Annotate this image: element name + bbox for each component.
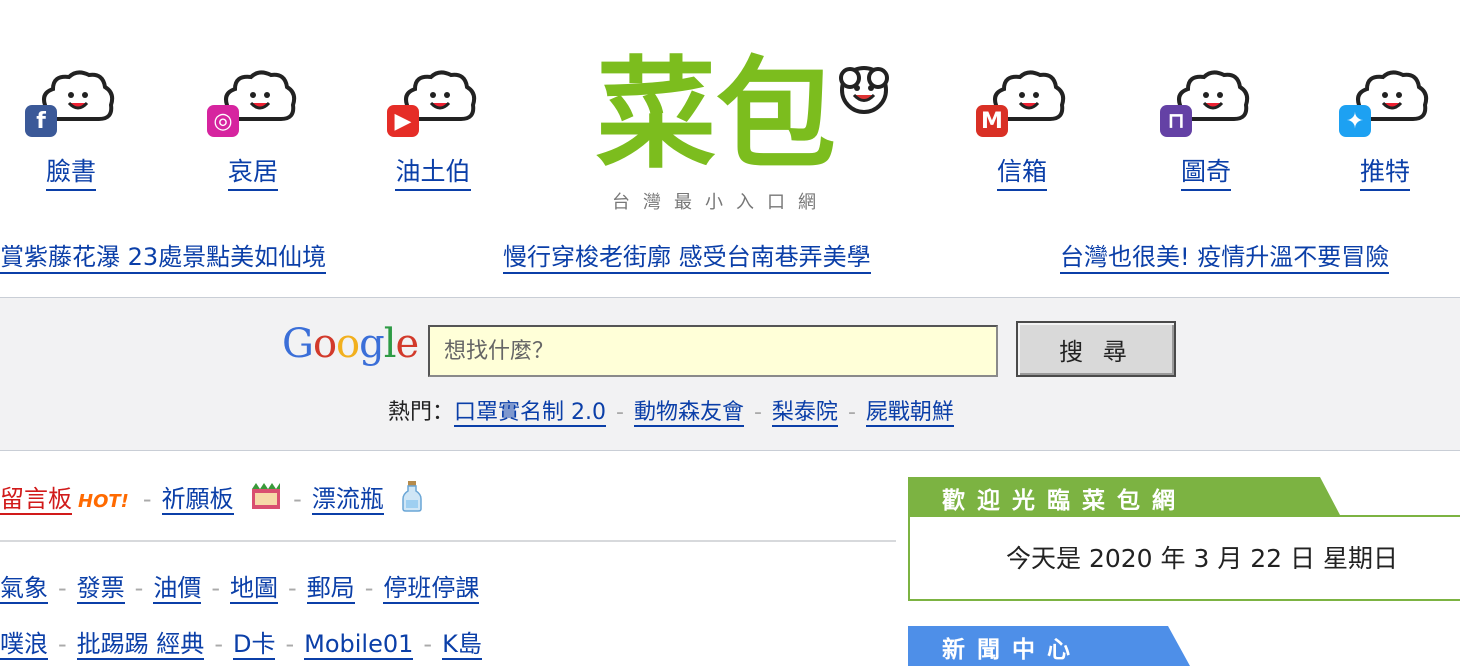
separator: - (58, 630, 67, 658)
instagram-badge-icon: ◎ (207, 105, 239, 137)
google-logo: Google (282, 321, 419, 367)
site-shortcut[interactable]: ⊓ 圖奇 (1151, 55, 1261, 191)
wish-board-icon (249, 481, 283, 519)
search-band: Google 搜 尋 熱門：口罩實名制 2.0-動物森友會-梨泰院-屍戰朝鮮 (0, 298, 1460, 450)
separator: - (288, 574, 297, 602)
hot-search-link[interactable]: 屍戰朝鮮 (865, 400, 954, 427)
site-logo[interactable]: 菜包 台灣最小入口網 (596, 38, 906, 218)
site-shortcut[interactable]: ▶ 油土伯 (378, 55, 488, 191)
site-shortcut[interactable]: M 信箱 (967, 55, 1077, 191)
hot-search-link[interactable]: 口罩實名制 2.0 (454, 400, 606, 427)
bottle-icon (401, 480, 423, 520)
instagram-icon[interactable]: ◎ (205, 55, 301, 151)
facebook-badge-icon: f (25, 105, 57, 137)
youtube-badge-icon: ▶ (387, 105, 419, 137)
logo-tagline: 台灣最小入口網 (612, 192, 829, 213)
komica-link[interactable]: K島 (442, 630, 482, 660)
dcard-link[interactable]: D卡 (232, 630, 276, 660)
news-header: 新聞中心 (908, 626, 1198, 666)
twitter-badge-icon: ✦ (1339, 105, 1371, 137)
welcome-box: 今天是 2020 年 3 月 22 日 星期日 (908, 517, 1460, 601)
svg-text:菜包: 菜包 (596, 46, 836, 185)
gmail-icon[interactable]: M (974, 55, 1070, 151)
message-board-link[interactable]: 留言板 (0, 485, 72, 515)
today-date: 今天是 2020 年 3 月 22 日 星期日 (1006, 544, 1398, 573)
closure-link[interactable]: 停班停課 (383, 574, 480, 604)
headline-link[interactable]: 台灣也很美! 疫情升溫不要冒險 (1060, 242, 1390, 274)
utility-links: 氣象 - 發票 - 油價 - 地圖 - 郵局 - 停班停課 (0, 572, 480, 604)
separator: - (847, 400, 856, 425)
bottle-link[interactable]: 漂流瓶 (311, 485, 384, 515)
hot-label: 熱門： (388, 400, 455, 425)
site-label[interactable]: 哀居 (227, 157, 278, 191)
weather-link[interactable]: 氣象 (0, 574, 48, 604)
site-shortcut[interactable]: ◎ 哀居 (198, 55, 308, 191)
twitter-icon[interactable]: ✦ (1337, 55, 1433, 151)
hot-badge: HOT! (78, 491, 129, 512)
separator: - (616, 400, 624, 425)
headline-row: 賞紫藤花瀑 23處景點美如仙境 慢行穿梭老街廓 感受台南巷弄美學 台灣也很美! … (0, 236, 1460, 282)
wish-board-link[interactable]: 祈願板 (161, 485, 234, 515)
post-office-link[interactable]: 郵局 (306, 574, 355, 604)
gmail-badge-icon: M (976, 105, 1008, 137)
site-shortcut[interactable]: ✦ 推特 (1330, 55, 1440, 191)
facebook-icon[interactable]: f (23, 55, 119, 151)
site-label[interactable]: 信箱 (996, 157, 1047, 191)
separator: - (285, 630, 295, 658)
logo-graphic: 菜包 (596, 46, 889, 185)
site-shortcut[interactable]: f 臉書 (16, 55, 126, 191)
headline-link[interactable]: 賞紫藤花瀑 23處景點美如仙境 (0, 242, 327, 274)
news-title: 新聞中心 (942, 637, 1082, 663)
divider (0, 450, 1460, 451)
welcome-title: 歡迎光臨菜包網 (942, 488, 1187, 514)
hot-searches: 熱門：口罩實名制 2.0- 動物森友會 - 梨泰院 - 屍戰朝鮮 (388, 398, 954, 428)
site-label[interactable]: 圖奇 (1180, 157, 1231, 191)
separator: - (211, 574, 221, 602)
separator: - (364, 574, 374, 602)
site-label[interactable]: 臉書 (45, 157, 96, 191)
ptt-link[interactable]: 批踢踢 經典 (76, 630, 205, 660)
map-link[interactable]: 地圖 (230, 574, 279, 604)
board-links: 留言板 HOT! - 祈願板 - 漂流瓶 (0, 480, 423, 520)
top-nav: 菜包 台灣最小入口網 f 臉書 ◎ 哀居 ▶ 油土伯 M 信箱 ⊓ 圖奇 ✦ 推特 (0, 0, 1460, 220)
separator: - (142, 485, 152, 513)
search-button[interactable]: 搜 尋 (1016, 321, 1176, 377)
twitch-icon[interactable]: ⊓ (1158, 55, 1254, 151)
welcome-header: 歡迎光臨菜包網 (908, 477, 1460, 517)
plurk-link[interactable]: 噗浪 (0, 630, 48, 660)
search-input[interactable] (428, 325, 998, 377)
twitch-badge-icon: ⊓ (1160, 105, 1192, 137)
separator: - (214, 630, 223, 658)
youtube-icon[interactable]: ▶ (385, 55, 481, 151)
site-label[interactable]: 油土伯 (395, 157, 471, 191)
oil-price-link[interactable]: 油價 (153, 574, 202, 604)
mobile01-link[interactable]: Mobile01 (304, 630, 414, 660)
community-links: 噗浪 - 批踢踢 經典 - D卡 - Mobile01- K島 (0, 628, 482, 660)
site-label[interactable]: 推特 (1359, 157, 1410, 191)
separator: - (423, 630, 433, 658)
hot-search-link[interactable]: 動物森友會 (633, 400, 744, 427)
separator: - (58, 574, 67, 602)
separator: - (293, 485, 302, 513)
invoice-link[interactable]: 發票 (76, 574, 125, 604)
hot-search-link[interactable]: 梨泰院 (771, 400, 838, 427)
headline-link[interactable]: 慢行穿梭老街廓 感受台南巷弄美學 (503, 242, 871, 274)
separator: - (753, 400, 762, 425)
separator: - (134, 574, 144, 602)
divider (0, 540, 896, 542)
